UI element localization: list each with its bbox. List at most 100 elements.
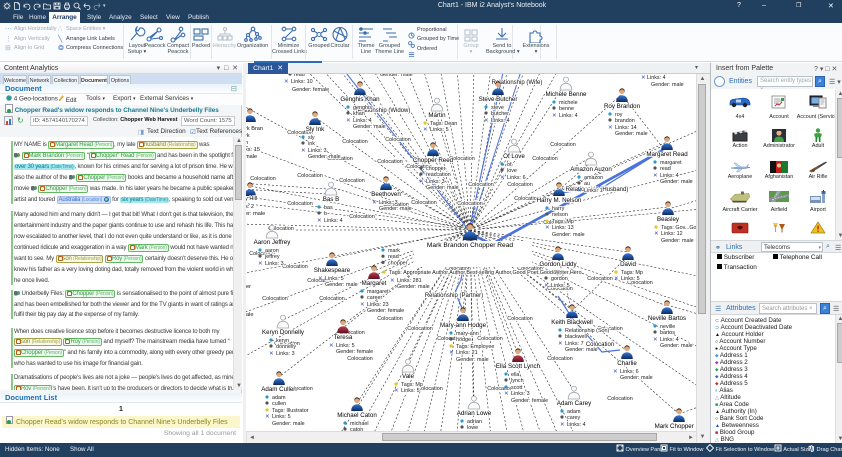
svg-text:Vale: Vale: [402, 373, 414, 380]
svg-text:Tags: Appropriate Author,Autho: Tags: Appropriate Author,Author,Best-sel…: [389, 270, 582, 276]
svg-text:Links: 5: Links: 5: [430, 127, 449, 133]
svg-text:Colocation: Colocation: [339, 178, 364, 184]
svg-text:✕: ✕: [449, 350, 454, 356]
svg-text:Links: 4: Links: 4: [647, 75, 666, 81]
svg-text:read: read: [660, 166, 671, 172]
svg-text:Gender: male: Gender: male: [615, 131, 648, 137]
svg-text:Roy Brandon: Roy Brandon: [604, 103, 641, 110]
svg-text:Colocation: Colocation: [477, 336, 502, 342]
svg-text:Gender: male: Gender: male: [660, 179, 693, 185]
svg-text:✕: ✕: [641, 75, 646, 81]
svg-text:Michael Caton: Michael Caton: [337, 412, 377, 419]
svg-text:Colocation: Colocation: [349, 214, 374, 220]
svg-text:Gender: female: Gender: female: [292, 87, 329, 93]
svg-text:Links: 1: Links: 1: [584, 188, 603, 194]
svg-text:donnelly: donnelly: [276, 344, 296, 350]
svg-text:✕: ✕: [360, 302, 365, 308]
svg-text:Ella Scott Lynch: Ella Scott Lynch: [496, 363, 541, 370]
svg-text:✕: ✕: [653, 337, 658, 343]
svg-text:Gender: male: Gender: male: [552, 232, 585, 238]
svg-text:Links: 3: Links: 3: [276, 351, 295, 357]
svg-text:Colocation: Colocation: [319, 296, 344, 302]
svg-text:y Hill: y Hill: [246, 196, 257, 202]
svg-text:✕: ✕: [265, 414, 270, 420]
svg-text:Gender: male: Gender: male: [308, 154, 341, 160]
svg-text:brandon: brandon: [615, 118, 635, 124]
svg-text:Colocation: Colocation: [532, 156, 557, 162]
svg-text:Mark Brandon Chopper Read: Mark Brandon Chopper Read: [427, 242, 513, 249]
svg-text:Links: 5: Links: 5: [551, 283, 570, 289]
svg-text:Colocation: Colocation: [282, 264, 307, 270]
svg-text:khan: khan: [353, 111, 365, 117]
svg-text:Beethoven: Beethoven: [371, 191, 401, 198]
svg-text:✕: ✕: [545, 225, 550, 231]
svg-text:Colocation: Colocation: [385, 137, 410, 143]
svg-text:ink: ink: [308, 141, 315, 147]
svg-text:Margaret: Margaret: [362, 280, 387, 287]
svg-text:Links: 12: Links: 12: [661, 231, 683, 237]
svg-text:✕: ✕: [284, 79, 289, 85]
svg-text:benne: benne: [559, 106, 574, 112]
svg-text:Colocation: Colocation: [457, 201, 482, 207]
svg-text:Colocation: Colocation: [407, 326, 432, 332]
svg-text:Colocation: Colocation: [411, 200, 436, 206]
svg-text:Colocation: Colocation: [297, 173, 322, 179]
svg-text:Colocation: Colocation: [487, 386, 512, 392]
svg-text:Genghis Khan: Genghis Khan: [340, 96, 380, 103]
svg-text:Gender: male: Gender: male: [380, 74, 413, 78]
svg-text:Colocation: Colocation: [377, 159, 402, 165]
svg-text:✕: ✕: [346, 118, 351, 124]
svg-text:Colocation: Colocation: [250, 176, 275, 182]
svg-text:✕: ✕: [653, 173, 658, 179]
svg-text:Links: 3: Links: 3: [511, 391, 530, 397]
svg-text:Colocation: Colocation: [507, 182, 532, 188]
svg-text:Links: 21: Links: 21: [456, 350, 478, 356]
svg-text:Beasley: Beasley: [657, 216, 680, 223]
svg-text:gordon: gordon: [551, 276, 568, 282]
svg-text:Relationship (Partner): Relationship (Partner): [425, 293, 483, 299]
svg-text:Colocation: Colocation: [377, 316, 402, 322]
svg-text:Gender: male: Gender: male: [325, 282, 358, 288]
svg-text:butcher: butcher: [491, 111, 509, 117]
svg-text:read: read: [388, 254, 399, 260]
svg-text:✕: ✕: [544, 283, 549, 289]
svg-text:Shakespeare: Shakespeare: [314, 267, 351, 274]
svg-text:Gender: male: Gender: male: [272, 421, 305, 427]
svg-text:✕: ✕: [500, 175, 505, 181]
svg-text:✕: ✕: [577, 188, 582, 194]
svg-text:Sly Ink: Sly Ink: [306, 126, 325, 133]
svg-text:Gender: male: Gender: male: [660, 343, 693, 349]
svg-text:Gender: male: Gender: male: [426, 185, 459, 191]
svg-text:er: male: er: male: [246, 211, 265, 217]
svg-text:✕: ✕: [329, 343, 334, 349]
svg-text:carey: carey: [567, 415, 580, 421]
svg-text:✕: ✕: [258, 261, 263, 267]
svg-text:Martin: Martin: [428, 112, 446, 119]
svg-text:Charlie: Charlie: [617, 360, 637, 367]
svg-text:ks: 15: ks: 15: [246, 147, 260, 153]
svg-text:✕: ✕: [372, 200, 377, 206]
svg-text:Gender: male: Gender: male: [456, 357, 489, 363]
svg-text:Adam Carey: Adam Carey: [557, 400, 592, 407]
svg-text:Colocation: Colocation: [547, 356, 572, 362]
svg-text:Neville Bartos: Neville Bartos: [648, 315, 686, 322]
svg-text:✕: ✕: [301, 148, 306, 154]
svg-text:Colocation: Colocation: [287, 201, 312, 207]
svg-text:Links: 4: Links: 4: [559, 113, 578, 119]
svg-text:jeffrey: jeffrey: [264, 254, 280, 260]
svg-text:Amazon Auzon: Amazon Auzon: [570, 166, 612, 173]
svg-text:✕: ✕: [614, 276, 619, 282]
svg-text:er: er: [246, 284, 251, 290]
svg-text:Links: 10: Links: 10: [291, 79, 313, 85]
svg-text:career: career: [367, 295, 382, 301]
svg-text:Links: 6: Links: 6: [507, 175, 526, 181]
svg-text:Colocation: Colocation: [550, 142, 575, 148]
svg-text:Colocation: Colocation: [347, 356, 372, 362]
svg-text:bartos: bartos: [660, 330, 675, 336]
svg-text:au: au: [584, 181, 590, 187]
svg-text:Teresa: Teresa: [334, 334, 353, 341]
svg-text:Links: 5: Links: 5: [401, 388, 420, 394]
svg-text:rk Bran: rk Bran: [246, 126, 263, 132]
svg-text:✕: ✕: [419, 179, 424, 185]
svg-text:n: n: [246, 140, 248, 146]
